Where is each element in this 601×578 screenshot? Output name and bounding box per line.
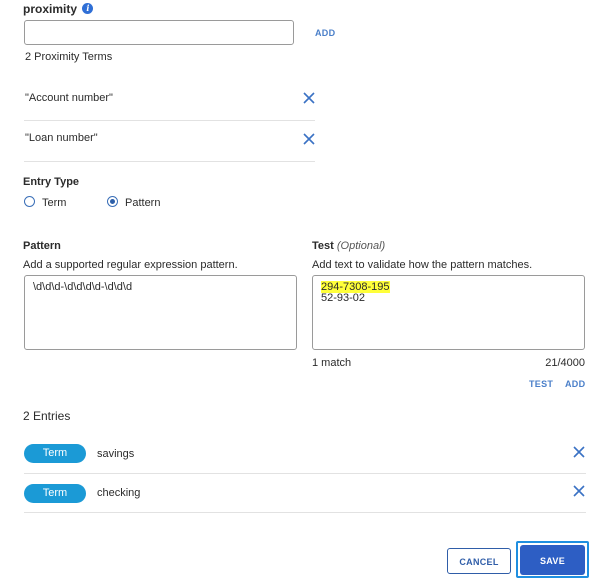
entry-value: savings <box>97 448 135 460</box>
proximity-heading: proximity i <box>23 2 94 16</box>
proximity-add-button[interactable]: ADD <box>315 28 335 38</box>
divider <box>24 512 586 513</box>
radio-term-label[interactable]: Term <box>42 197 66 209</box>
test-add-button[interactable]: ADD <box>565 379 585 389</box>
entry-value: checking <box>97 487 141 499</box>
entry-type-badge: Term <box>24 484 86 503</box>
divider <box>24 473 586 474</box>
radio-pattern[interactable] <box>107 196 118 207</box>
pattern-help: Add a supported regular expression patte… <box>23 259 238 271</box>
entry-type-label: Entry Type <box>23 176 80 188</box>
close-icon[interactable] <box>572 445 586 459</box>
radio-pattern-label[interactable]: Pattern <box>125 197 160 209</box>
proximity-count: 2 Proximity Terms <box>25 51 113 63</box>
proximity-term-item: "Loan number" <box>25 132 98 144</box>
pattern-label: Pattern <box>23 240 61 252</box>
test-help: Add text to validate how the pattern mat… <box>312 259 533 271</box>
char-count: 21/4000 <box>545 357 585 369</box>
test-textarea[interactable]: 294-7308-195 52-93-02 <box>312 275 585 350</box>
cancel-button[interactable]: CANCEL <box>447 548 511 574</box>
entries-count: 2 Entries <box>23 409 71 423</box>
entry-type-badge: Term <box>24 444 86 463</box>
divider <box>24 120 315 121</box>
test-optional: (Optional) <box>336 240 386 252</box>
divider <box>24 161 315 162</box>
test-line: 52-93-02 <box>321 292 366 304</box>
save-button[interactable]: SAVE <box>520 545 585 575</box>
info-icon[interactable]: i <box>82 3 94 14</box>
pattern-value: \d\d\d-\d\d\d\d-\d\d\d <box>33 281 133 293</box>
proximity-term-item: "Account number" <box>25 92 113 104</box>
test-label: Test <box>312 240 334 252</box>
pattern-textarea[interactable]: \d\d\d-\d\d\d\d-\d\d\d <box>24 275 297 350</box>
proximity-input[interactable] <box>24 20 294 45</box>
proximity-label: proximity <box>23 2 78 16</box>
test-button[interactable]: TEST <box>529 379 553 389</box>
radio-term[interactable] <box>24 196 35 207</box>
close-icon[interactable] <box>302 91 316 105</box>
test-heading: Test (Optional) <box>312 240 385 252</box>
close-icon[interactable] <box>302 132 316 146</box>
match-count: 1 match <box>312 357 352 369</box>
close-icon[interactable] <box>572 484 586 498</box>
